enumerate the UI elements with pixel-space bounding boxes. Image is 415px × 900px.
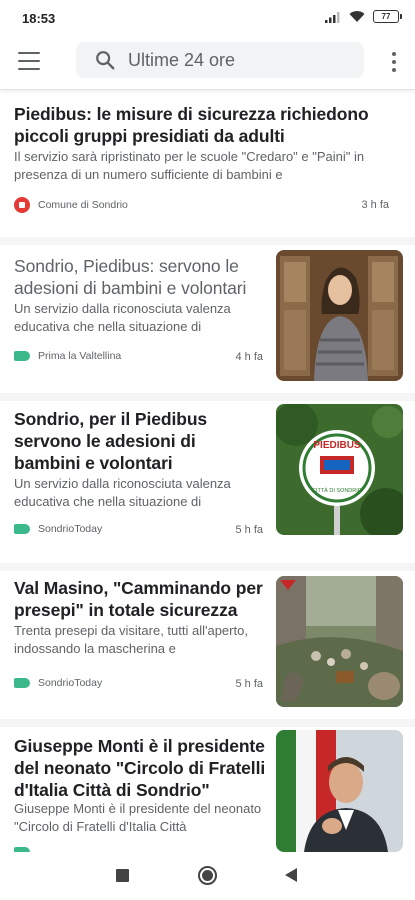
article-card[interactable]: Sondrio, per il Piedibus servono le ades… xyxy=(0,393,415,541)
signal-icon xyxy=(325,11,340,23)
source-name: Prima la Valtellina xyxy=(38,350,122,362)
article-time: 3 h fa xyxy=(361,199,389,211)
article-snippet: Giuseppe Monti è il presidente del neona… xyxy=(14,801,262,834)
article-title[interactable]: Sondrio, Piedibus: servono le adesioni d… xyxy=(14,255,264,299)
article-card[interactable]: Giuseppe Monti è il presidente del neona… xyxy=(0,719,415,852)
search-query: Ultime 24 ore xyxy=(128,49,236,70)
article-card[interactable]: Sondrio, Piedibus: servono le adesioni d… xyxy=(0,237,415,393)
back-icon[interactable] xyxy=(285,868,297,882)
article-source[interactable]: SondrioToday xyxy=(14,523,102,535)
battery-level: 77 xyxy=(381,12,391,21)
more-vert-icon[interactable] xyxy=(391,52,397,72)
article-card[interactable]: Val Masino, "Camminando per presepi" in … xyxy=(0,563,415,719)
article-source[interactable]: Prima la Valtellina xyxy=(14,350,121,362)
status-time: 18:53 xyxy=(22,11,56,26)
source-name: Comune di Sondrio xyxy=(38,199,128,211)
man-portrait-image xyxy=(276,730,403,852)
article-thumbnail[interactable] xyxy=(276,576,403,707)
source-tag-icon xyxy=(14,351,30,361)
source-logo-icon xyxy=(14,197,30,213)
search-box[interactable]: Ultime 24 ore xyxy=(76,42,364,78)
app-bar: Ultime 24 ore xyxy=(0,36,415,90)
recents-icon[interactable] xyxy=(116,869,129,882)
system-nav-bar xyxy=(0,852,415,900)
sign-subtitle: CITTÀ DI SONDRIO xyxy=(312,487,363,494)
article-title[interactable]: Sondrio, per il Piedibus servono le ades… xyxy=(14,408,264,474)
status-bar: 18:53 77 xyxy=(0,0,415,36)
article-source[interactable]: SondrioToday xyxy=(14,677,102,689)
news-feed[interactable]: Piedibus: le misure di sicurezza richied… xyxy=(0,90,415,852)
home-icon[interactable] xyxy=(198,866,217,885)
article-thumbnail[interactable]: PIEDIBUS CITTÀ DI SONDRIO xyxy=(276,404,403,535)
status-icons: 77 xyxy=(325,10,402,23)
battery-icon: 77 xyxy=(373,10,402,23)
source-tag-icon xyxy=(14,678,30,688)
article-snippet: Trenta presepi da visitare, tutti all'ap… xyxy=(14,623,248,656)
source-name: SondrioToday xyxy=(38,523,103,535)
article-snippet: Un servizio dalla riconosciuta valenza e… xyxy=(14,476,231,509)
piedibus-sign-image: PIEDIBUS CITTÀ DI SONDRIO xyxy=(276,404,403,535)
article-card[interactable]: Piedibus: le misure di sicurezza richied… xyxy=(0,90,415,237)
woman-portrait-image xyxy=(276,250,403,381)
search-icon xyxy=(96,51,115,70)
source-tag-icon xyxy=(14,524,30,534)
sign-title: PIEDIBUS xyxy=(313,440,361,451)
article-thumbnail[interactable] xyxy=(276,250,403,381)
article-title[interactable]: Giuseppe Monti è il presidente del neona… xyxy=(14,735,269,801)
article-title[interactable]: Piedibus: le misure di sicurezza richied… xyxy=(14,103,399,147)
nativity-scene-image xyxy=(276,576,403,707)
article-time: 4 h fa xyxy=(235,351,263,363)
article-time: 5 h fa xyxy=(235,524,263,536)
wifi-icon xyxy=(349,11,365,22)
article-thumbnail[interactable] xyxy=(276,730,403,852)
article-source[interactable]: Comune di Sondrio xyxy=(14,197,128,213)
menu-icon[interactable] xyxy=(18,52,40,70)
article-time: 5 h fa xyxy=(235,678,263,690)
article-title[interactable]: Val Masino, "Camminando per presepi" in … xyxy=(14,577,264,621)
article-snippet: Un servizio dalla riconosciuta valenza e… xyxy=(14,301,231,334)
article-snippet: Il servizio sarà ripristinato per le scu… xyxy=(14,149,365,182)
source-name: SondrioToday xyxy=(38,677,103,689)
